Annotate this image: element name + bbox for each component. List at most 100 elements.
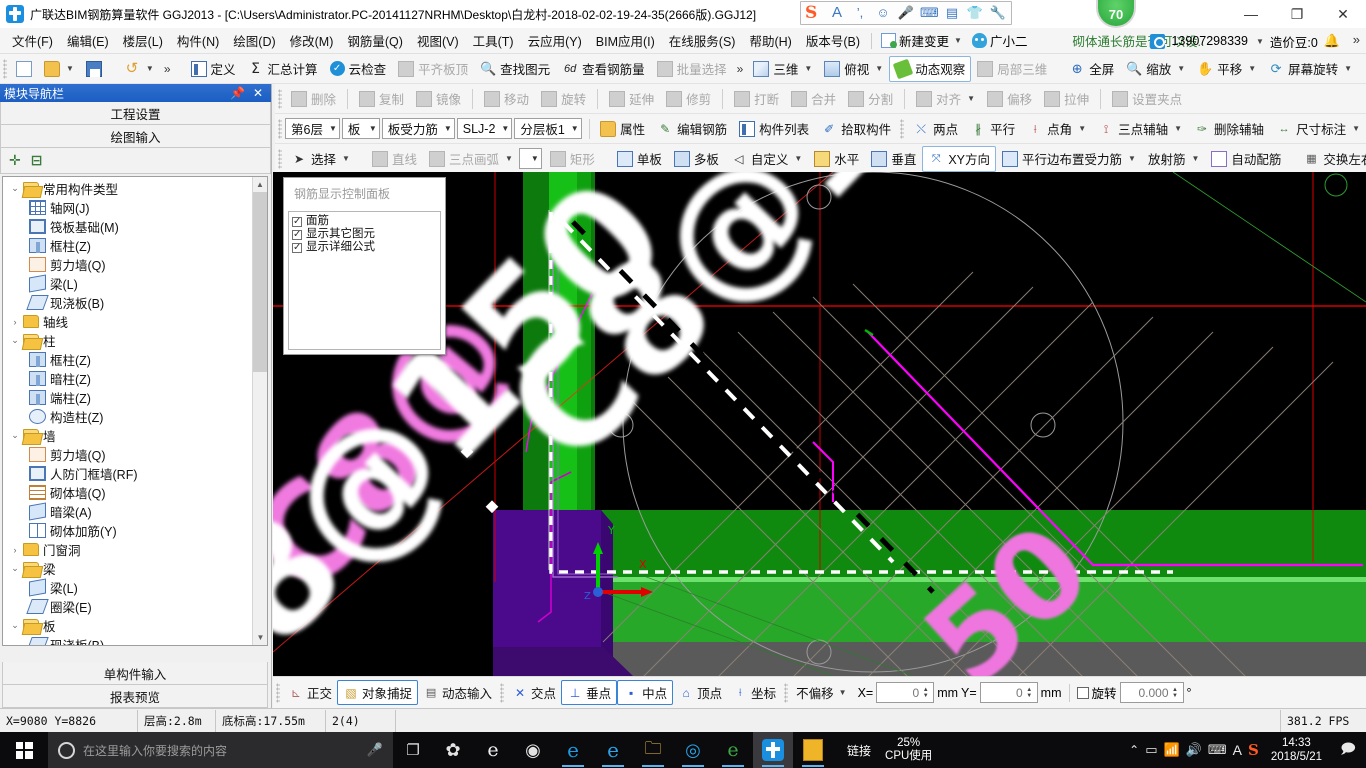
tree-item[interactable]: 端柱(Z) <box>3 388 251 407</box>
midpoint-snap-toggle[interactable]: ▪ 中点 <box>617 680 674 705</box>
define-button[interactable]: 定义 <box>185 56 242 82</box>
app-ie-outline-icon[interactable]: e <box>473 732 513 768</box>
dimension-button[interactable]: ↔ 尺寸标注 ▼ <box>1270 116 1366 142</box>
notification-icon[interactable]: 🗩 <box>1334 732 1362 768</box>
app-pinwheel-icon[interactable]: ✿ <box>433 732 473 768</box>
scroll-up-icon[interactable]: ▲ <box>253 177 267 192</box>
app-explorer-icon[interactable]: 🗀 <box>633 732 673 768</box>
rotate-spinner-icon[interactable]: ▲ ▼ <box>1170 687 1181 699</box>
y-spinner-icon[interactable]: ▲ ▼ <box>1024 687 1035 699</box>
radial-rebar-button[interactable]: 放射筋 ▼ <box>1142 146 1205 172</box>
tree-item[interactable]: 筏板基础(M) <box>3 217 251 236</box>
pick-component-button[interactable]: ✐ 拾取构件 <box>815 116 897 142</box>
chevron-down-icon[interactable]: ▼ <box>323 124 337 133</box>
tree-item[interactable]: 暗梁(A) <box>3 502 251 521</box>
tree-item[interactable]: 构造柱(Z) <box>3 407 251 426</box>
task-view-icon[interactable]: ❐ <box>393 732 433 768</box>
chevron-down-icon[interactable]: ▼ <box>954 36 962 45</box>
skin-icon[interactable]: 👕 <box>966 4 984 22</box>
cpu-usage-indicator[interactable]: 25% CPU使用 <box>885 737 932 763</box>
chevron-down-icon[interactable]: ⌄ <box>7 183 23 194</box>
tree-item[interactable]: 框柱(Z) <box>3 350 251 369</box>
menu-edit[interactable]: 编辑(E) <box>60 28 116 53</box>
axis-toolbar-grip[interactable] <box>900 118 905 139</box>
menu-modify[interactable]: 修改(M) <box>283 28 341 53</box>
menu-online-service[interactable]: 在线服务(S) <box>662 28 743 53</box>
emoji-icon[interactable]: ☺ <box>874 4 892 22</box>
vertical-button[interactable]: 垂直 <box>865 146 922 172</box>
taskbar-search[interactable]: 在这里输入你要搜索的内容 🎤 <box>48 732 393 768</box>
component-toolbar-grip[interactable] <box>278 118 282 139</box>
find-element-button[interactable]: 🔍 查找图元 <box>474 56 556 82</box>
bell-icon[interactable]: 🔔 <box>1324 33 1340 49</box>
rebar-display-control-panel[interactable]: 钢筋显示控制面板 面筋 显示其它图元 显示详细公式 <box>283 177 446 355</box>
x-spinner-icon[interactable]: ▲ ▼ <box>920 687 931 699</box>
two-point-axis-button[interactable]: ⤬ 两点 <box>907 116 964 142</box>
tree-folder[interactable]: ⌄ 板 <box>3 616 251 635</box>
tree-item[interactable]: 砌体墙(Q) <box>3 483 251 502</box>
chevron-down-icon[interactable]: ⌄ <box>7 563 23 574</box>
sidebar-section-single-component-input[interactable]: 单构件输入 <box>2 662 268 685</box>
app-green-browser-icon[interactable]: e <box>713 732 753 768</box>
tree-item[interactable]: 圈梁(E) <box>3 597 251 616</box>
tree-item[interactable]: 轴网(J) <box>3 198 251 217</box>
close-icon[interactable]: ✕ <box>253 86 263 100</box>
tree-folder[interactable]: ⌄ 墙 <box>3 426 251 445</box>
dynamic-observe-button[interactable]: 动态观察 <box>889 55 972 82</box>
scrollbar-thumb[interactable] <box>253 192 267 372</box>
select-tool-button[interactable]: ➤ 选择 ▼ <box>285 146 356 172</box>
intersection-snap-toggle[interactable]: ✕ 交点 <box>507 681 561 704</box>
tree-item[interactable]: 剪力墙(Q) <box>3 445 251 464</box>
cloud-check-button[interactable]: ✓ 云检查 <box>324 56 393 82</box>
ortho-toggle[interactable]: ⊾ 正交 <box>283 681 337 704</box>
volume-icon[interactable]: 🔊 <box>1186 742 1202 758</box>
vertex-snap-toggle[interactable]: ⌂ 顶点 <box>673 681 727 704</box>
chevron-down-icon[interactable]: ▼ <box>363 124 377 133</box>
fullscreen-button[interactable]: ⊕ 全屏 <box>1063 56 1120 82</box>
draw-mode-select[interactable]: ▼ <box>518 148 542 169</box>
new-change-button[interactable]: 新建变更 ▼ <box>876 29 967 52</box>
app-edge-icon[interactable]: e <box>553 732 593 768</box>
layer-select[interactable]: 分层板1 ▼ <box>514 118 582 139</box>
tree-item[interactable]: 现浇板(B) <box>3 635 251 645</box>
sogou-ime-toolbar[interactable]: S A ’, ☺ 🎤 ⌨ ▤ 👕 🔧 <box>800 1 1012 25</box>
horizontal-button[interactable]: 水平 <box>808 146 865 172</box>
chevron-down-icon[interactable]: ▼ <box>438 124 452 133</box>
tree-folder[interactable]: › 门窗洞 <box>3 540 251 559</box>
voice-input-icon[interactable]: 🎤 <box>897 4 915 22</box>
component-name-select[interactable]: SLJ-2 ▼ <box>456 118 513 139</box>
toolbar-grip[interactable] <box>3 58 7 79</box>
component-list-button[interactable]: 构件列表 <box>733 116 815 142</box>
pin-icon[interactable]: 📌 <box>230 86 245 100</box>
microphone-icon[interactable]: 🎤 <box>367 742 383 758</box>
chevron-right-icon[interactable]: › <box>7 317 23 327</box>
account-phone[interactable]: 13907298339 <box>1171 34 1247 48</box>
snap-toolbar-grip[interactable] <box>276 682 280 703</box>
toolbar-overflow-icon[interactable]: » <box>160 62 175 76</box>
object-snap-toggle[interactable]: ▧ 对象捕捉 <box>337 680 419 705</box>
chevron-down-icon[interactable]: ▼ <box>495 124 509 133</box>
menu-component[interactable]: 构件(N) <box>170 28 226 53</box>
menu-tools[interactable]: 工具(T) <box>466 28 521 53</box>
tree-folder[interactable]: ⌄ 常用构件类型 <box>3 179 251 198</box>
soft-keyboard-icon[interactable]: ⌨ <box>920 4 939 22</box>
screenshot-icon[interactable]: ▤ <box>943 4 961 22</box>
screen-rotate-button[interactable]: ⟳ 屏幕旋转 ▼ <box>1262 56 1358 82</box>
menu-version[interactable]: 版本号(B) <box>799 28 867 53</box>
wifi-icon[interactable]: 📶 <box>1164 742 1180 758</box>
menu-draw[interactable]: 绘图(D) <box>226 28 282 53</box>
snap-point-grip[interactable] <box>500 682 505 703</box>
close-button[interactable]: ✕ <box>1320 0 1366 28</box>
menu-floor[interactable]: 楼层(L) <box>116 28 170 53</box>
cortana-icon[interactable] <box>58 741 75 759</box>
menu-cloud-apps[interactable]: 云应用(Y) <box>521 28 589 53</box>
draw-toolbar-grip[interactable] <box>278 148 282 169</box>
taskbar-clock[interactable]: 14:33 2018/5/21 <box>1265 736 1328 764</box>
auto-rebar-button[interactable]: 自动配筋 <box>1205 146 1287 172</box>
view-top-button[interactable]: 俯视 ▼ <box>818 56 889 82</box>
assistant-button[interactable]: 广小二 <box>967 29 1033 52</box>
summary-calc-button[interactable]: Σ 汇总计算 <box>242 56 324 82</box>
component-kind-select[interactable]: 板受力筋 ▼ <box>381 118 455 139</box>
swap-lr-dimension-button[interactable]: ▦ 交换左右标注 <box>1297 146 1366 172</box>
checkbox-show-detail-formula[interactable] <box>292 241 302 254</box>
